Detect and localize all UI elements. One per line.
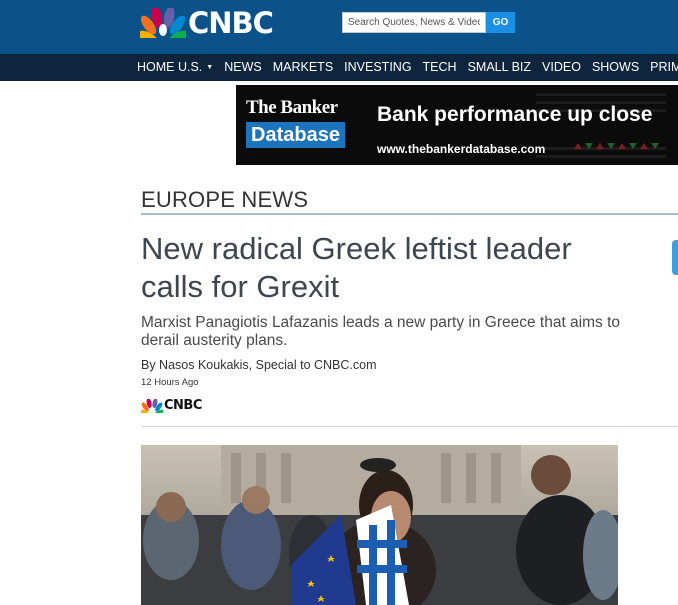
ad-brand-logo: The Banker Database — [246, 98, 366, 148]
ad-headline: Bank performance up close — [377, 103, 653, 126]
nav-item-primetime[interactable]: PRIMET — [650, 54, 678, 81]
peacock-icon — [140, 8, 186, 38]
caret-down-icon: ▼ — [206, 64, 214, 72]
cnbc-logo[interactable]: CNBC — [140, 6, 274, 40]
section-divider — [141, 213, 678, 215]
protest-photo-illustration — [141, 445, 618, 605]
nav-item-news[interactable]: NEWS — [224, 54, 262, 81]
nav-item-shows[interactable]: SHOWS — [592, 54, 639, 81]
nav-item-label: HOME U.S. — [137, 59, 203, 74]
banner-ad[interactable]: The Banker Database Bank performance up … — [236, 85, 678, 165]
nav-item-video[interactable]: VIDEO — [542, 54, 581, 81]
ad-url[interactable]: www.thebankerdatabase.com — [377, 142, 545, 156]
source-logo-text: CNBC — [164, 398, 202, 413]
site-header: CNBC GO — [0, 0, 678, 54]
article-headline: New radical Greek leftist leader calls f… — [141, 231, 572, 304]
article-dek: Marxist Panagiotis Lafazanis leads a new… — [141, 314, 621, 349]
nav-item-small-biz[interactable]: SMALL BIZ — [468, 54, 531, 81]
content-divider — [141, 426, 678, 427]
nav-item-markets[interactable]: MARKETS — [273, 54, 333, 81]
peacock-icon — [141, 398, 163, 413]
nav-item-home-us[interactable]: HOME U.S. ▼ — [137, 54, 213, 81]
main-nav: HOME U.S. ▼ NEWS MARKETS INVESTING TECH S… — [0, 54, 678, 81]
article-byline: By Nasos Koukakis, Special to CNBC.com — [141, 358, 377, 372]
article-timestamp: 12 Hours Ago — [141, 377, 199, 388]
nav-item-investing[interactable]: INVESTING — [344, 54, 411, 81]
search-go-button[interactable]: GO — [486, 12, 515, 33]
nav-item-tech[interactable]: TECH — [423, 54, 457, 81]
search-input[interactable] — [342, 12, 486, 33]
side-share-tab[interactable] — [672, 240, 678, 275]
logo-wordmark: CNBC — [188, 6, 274, 40]
section-label[interactable]: EUROPE NEWS — [141, 187, 308, 213]
article-photo[interactable] — [141, 445, 618, 605]
ad-brand-title: The Banker — [246, 97, 338, 118]
ad-brand-box: Database — [246, 122, 345, 148]
source-logo: CNBC — [141, 398, 202, 413]
